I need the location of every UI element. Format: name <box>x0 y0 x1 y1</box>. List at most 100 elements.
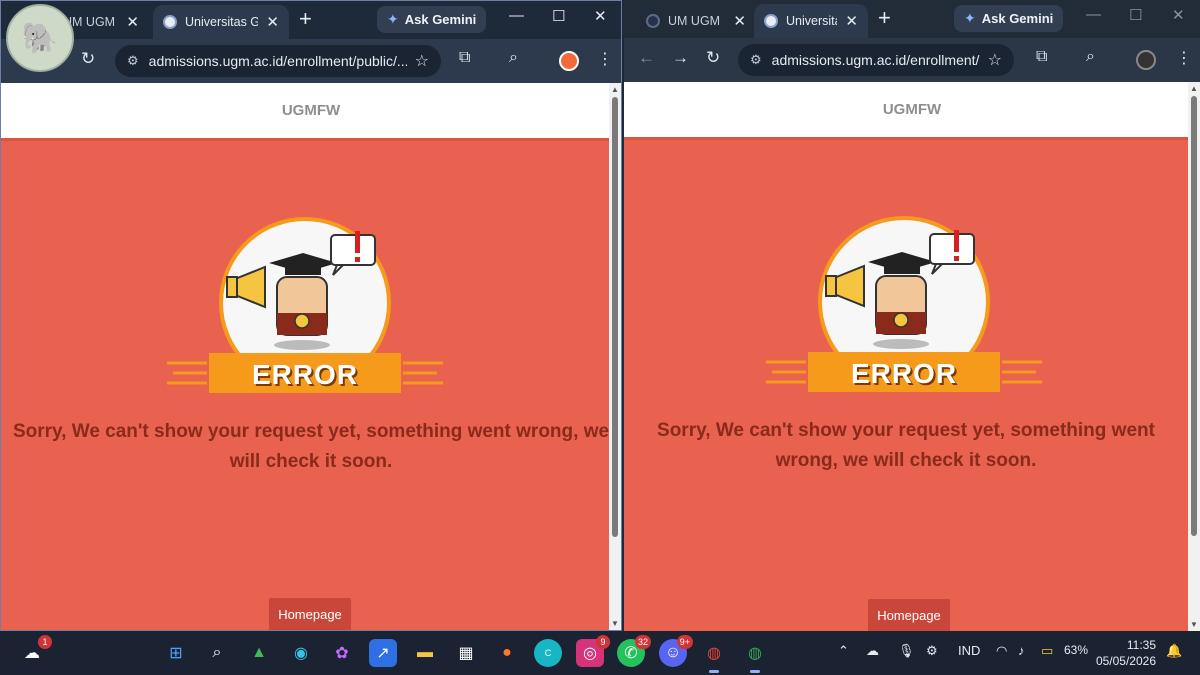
page-scrollbar[interactable]: ▲ ▼ <box>1188 82 1200 631</box>
security-icon[interactable]: ⚙ <box>926 643 938 659</box>
microsoft-store-icon[interactable]: ▦ <box>452 639 480 667</box>
maximize-icon[interactable]: ☐ <box>552 7 565 25</box>
scroll-thumb[interactable] <box>612 97 618 537</box>
firefox-icon[interactable]: ● <box>493 639 521 667</box>
close-tab-icon[interactable]: ✕ <box>126 13 139 31</box>
reload-icon[interactable]: ↻ <box>81 49 95 69</box>
notifications-icon[interactable]: 🔔 <box>1166 643 1182 659</box>
discord-icon[interactable]: ☺ 9+ <box>659 635 693 667</box>
ask-gemini-label: Ask Gemini <box>981 11 1054 26</box>
bookmark-star-icon[interactable]: ☆ <box>415 51 429 71</box>
scroll-down-icon[interactable]: ▼ <box>1190 620 1198 629</box>
close-tab-icon[interactable]: ✕ <box>733 12 746 30</box>
close-tab-icon[interactable]: ✕ <box>266 13 279 31</box>
tab-universitas[interactable]: Universitas Ga ✕ <box>153 5 289 39</box>
desktop-screen: UM UGM Com ✕ Universitas Ga ✕ + ✦ Ask Ge… <box>0 0 1200 675</box>
file-explorer-icon[interactable]: ▬ <box>411 639 439 667</box>
reload-icon[interactable]: ↻ <box>706 48 720 68</box>
microphone-icon[interactable]: 🎙 <box>898 643 915 659</box>
battery-icon[interactable]: ▭ <box>1041 643 1053 659</box>
omnibox[interactable]: ⚙ admissions.ugm.ac.id/enrollment/... ☆ <box>738 44 1014 76</box>
close-tab-icon[interactable]: ✕ <box>845 12 858 30</box>
wifi-icon[interactable]: ◠ <box>996 643 1007 659</box>
error-page-body: ERROR Sorry, We can't show your request … <box>1 141 621 630</box>
canva-icon[interactable]: C <box>534 639 562 667</box>
error-badge-text: ERROR <box>850 358 958 389</box>
webpage: UGMFW ERROR Sorry, We can't show your re… <box>1 83 621 630</box>
ugm-favicon-icon <box>163 15 177 29</box>
scroll-thumb[interactable] <box>1191 96 1197 536</box>
sticker-overlay-icon: 🐘 <box>6 4 74 72</box>
page-scrollbar[interactable]: ▲ ▼ <box>609 83 621 630</box>
back-icon[interactable]: ← <box>638 48 655 68</box>
tab-um-ugm[interactable]: UM UGM ✕ <box>636 4 756 38</box>
site-info-icon[interactable]: ⚙ <box>750 52 762 68</box>
forward-icon[interactable]: → <box>672 48 689 68</box>
language-indicator[interactable]: IND <box>958 643 980 658</box>
ask-gemini-label: Ask Gemini <box>404 12 477 27</box>
scroll-up-icon[interactable]: ▲ <box>611 85 619 94</box>
system-clock[interactable]: 11:35 05/05/2026 <box>1096 637 1156 669</box>
menu-kebab-icon[interactable]: ⋮ <box>597 49 613 69</box>
browser-window-right: UM UGM ✕ Universitas ✕ + ✦ Ask Gemini — … <box>624 0 1200 631</box>
weather-badge: 1 <box>38 635 52 649</box>
gemini-spark-icon: ✦ <box>964 10 976 26</box>
minimize-icon[interactable]: — <box>1086 6 1101 23</box>
gemini-spark-icon: ✦ <box>387 11 399 27</box>
error-illustration: ERROR <box>764 216 1044 396</box>
profile-avatar[interactable] <box>559 51 579 71</box>
instagram-icon[interactable]: ◎ 9 <box>576 635 610 667</box>
show-hidden-icons-icon[interactable]: ⌃ <box>838 643 849 659</box>
url-text: admissions.ugm.ac.id/enrollment/public/.… <box>148 53 407 69</box>
google-drive-icon[interactable]: ▲ <box>245 639 273 667</box>
close-window-icon[interactable]: ✕ <box>1172 6 1185 24</box>
extensions-icon[interactable]: ⧉ <box>1036 48 1047 66</box>
site-header-title: UGMFW <box>281 102 341 119</box>
homepage-button[interactable]: Homepage <box>868 599 950 631</box>
homepage-button[interactable]: Homepage <box>269 598 351 630</box>
new-tab-button[interactable]: + <box>878 6 891 30</box>
minimize-icon[interactable]: — <box>509 7 524 24</box>
close-window-icon[interactable]: ✕ <box>594 7 607 25</box>
weather-widget-icon[interactable]: ☁ 1 <box>18 635 52 667</box>
new-tab-button[interactable]: + <box>299 7 312 31</box>
error-badge-text: ERROR <box>251 359 359 390</box>
webpage: UGMFW ERROR Sorry, We can't show your re… <box>624 82 1200 631</box>
search-icon[interactable]: ⌕ <box>203 639 231 667</box>
ask-gemini-button[interactable]: ✦ Ask Gemini <box>377 6 487 33</box>
tab-universitas[interactable]: Universitas ✕ <box>754 4 868 38</box>
whatsapp-badge: 32 <box>634 635 651 649</box>
extensions-icon[interactable]: ⧉ <box>459 49 470 67</box>
maximize-icon[interactable]: ☐ <box>1129 6 1142 24</box>
site-header: UGMFW <box>624 82 1200 140</box>
error-page-body: ERROR Sorry, We can't show your request … <box>624 140 1200 631</box>
clock-date: 05/05/2026 <box>1095 654 1156 668</box>
reading-mode-icon[interactable]: ⌕ <box>1086 48 1095 66</box>
browser-window-left: UM UGM Com ✕ Universitas Ga ✕ + ✦ Ask Ge… <box>0 0 622 631</box>
windows-taskbar: ☁ 1 ⊞ ⌕ ▲ ◉ ✿ ↗ ▬ ▦ ● C ◎ 9 ✆ 32 ☺ 9+ ◍ … <box>0 631 1200 675</box>
omnibox[interactable]: ⚙ admissions.ugm.ac.id/enrollment/public… <box>115 45 441 77</box>
scroll-down-icon[interactable]: ▼ <box>611 619 619 628</box>
site-info-icon[interactable]: ⚙ <box>127 53 139 69</box>
menu-kebab-icon[interactable]: ⋮ <box>1176 48 1192 68</box>
windows-start-icon[interactable]: ⊞ <box>162 639 190 667</box>
whatsapp-icon[interactable]: ✆ 32 <box>617 635 651 667</box>
volume-icon[interactable]: ♪ <box>1018 643 1025 658</box>
reading-mode-icon[interactable]: ⌕ <box>509 49 518 67</box>
battery-percent: 63% <box>1064 643 1089 657</box>
tab-favicon-icon <box>646 14 660 28</box>
tab-label: Universitas <box>786 14 837 28</box>
url-text: admissions.ugm.ac.id/enrollment/... <box>771 52 980 68</box>
discord-badge: 9+ <box>676 635 693 649</box>
edge-icon[interactable]: ◉ <box>287 639 315 667</box>
bookmark-star-icon[interactable]: ☆ <box>988 50 1002 70</box>
copilot-icon[interactable]: ✿ <box>328 639 356 667</box>
ask-gemini-button[interactable]: ✦ Ask Gemini <box>954 5 1064 32</box>
chrome-profile-icon[interactable]: ◍ <box>741 639 769 673</box>
onedrive-icon[interactable]: ☁ <box>866 643 879 659</box>
profile-avatar[interactable] <box>1136 50 1156 70</box>
scroll-up-icon[interactable]: ▲ <box>1190 84 1198 93</box>
vector-app-icon[interactable]: ↗ <box>369 639 397 667</box>
ugm-favicon-icon <box>764 14 778 28</box>
chrome-icon[interactable]: ◍ <box>700 639 728 673</box>
